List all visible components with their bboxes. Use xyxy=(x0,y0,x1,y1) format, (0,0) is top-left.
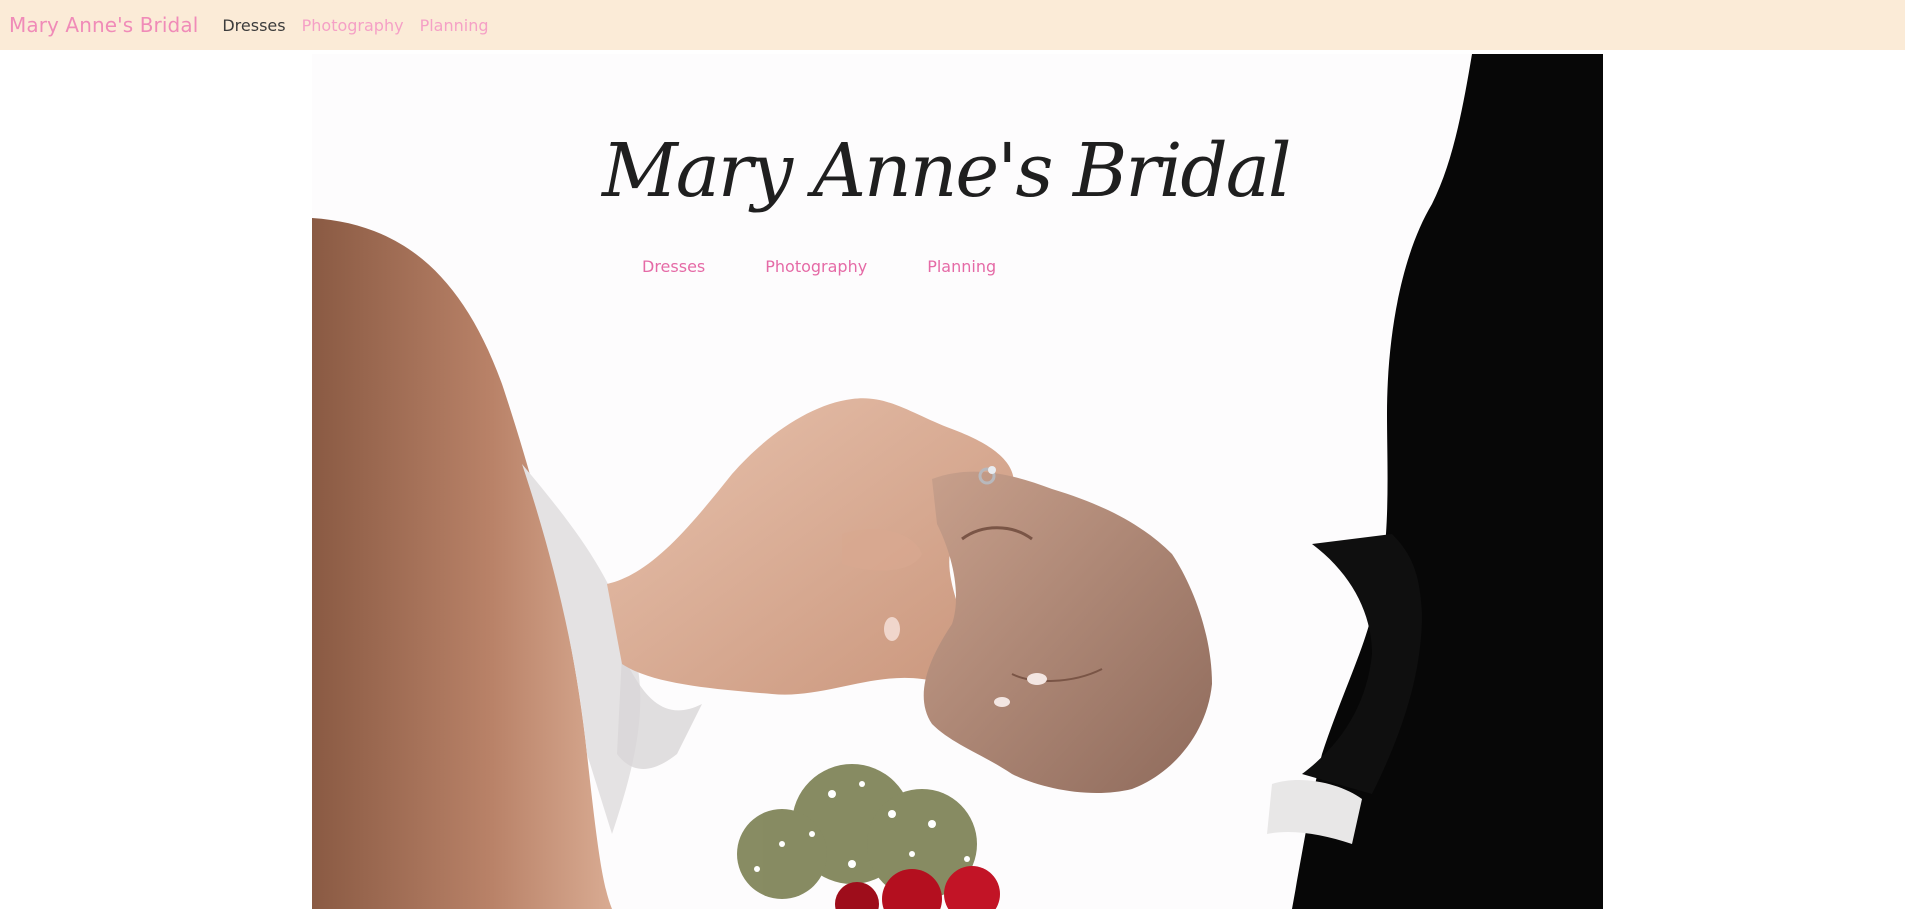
hero-image: Mary Anne's Bridal Dresses Photography P… xyxy=(312,54,1603,909)
hero-link-photography[interactable]: Photography xyxy=(765,257,867,276)
hero-nav: Dresses Photography Planning xyxy=(642,257,996,276)
nav-link-photography[interactable]: Photography xyxy=(302,16,404,35)
hero-link-planning[interactable]: Planning xyxy=(927,257,996,276)
hero-link-dresses[interactable]: Dresses xyxy=(642,257,705,276)
nav-link-dresses[interactable]: Dresses xyxy=(222,16,285,35)
top-navbar: Mary Anne's Bridal Dresses Photography P… xyxy=(0,0,1905,50)
script-logo: Mary Anne's Bridal xyxy=(602,128,1292,214)
brand-link[interactable]: Mary Anne's Bridal xyxy=(9,13,198,37)
nav-link-planning[interactable]: Planning xyxy=(420,16,489,35)
